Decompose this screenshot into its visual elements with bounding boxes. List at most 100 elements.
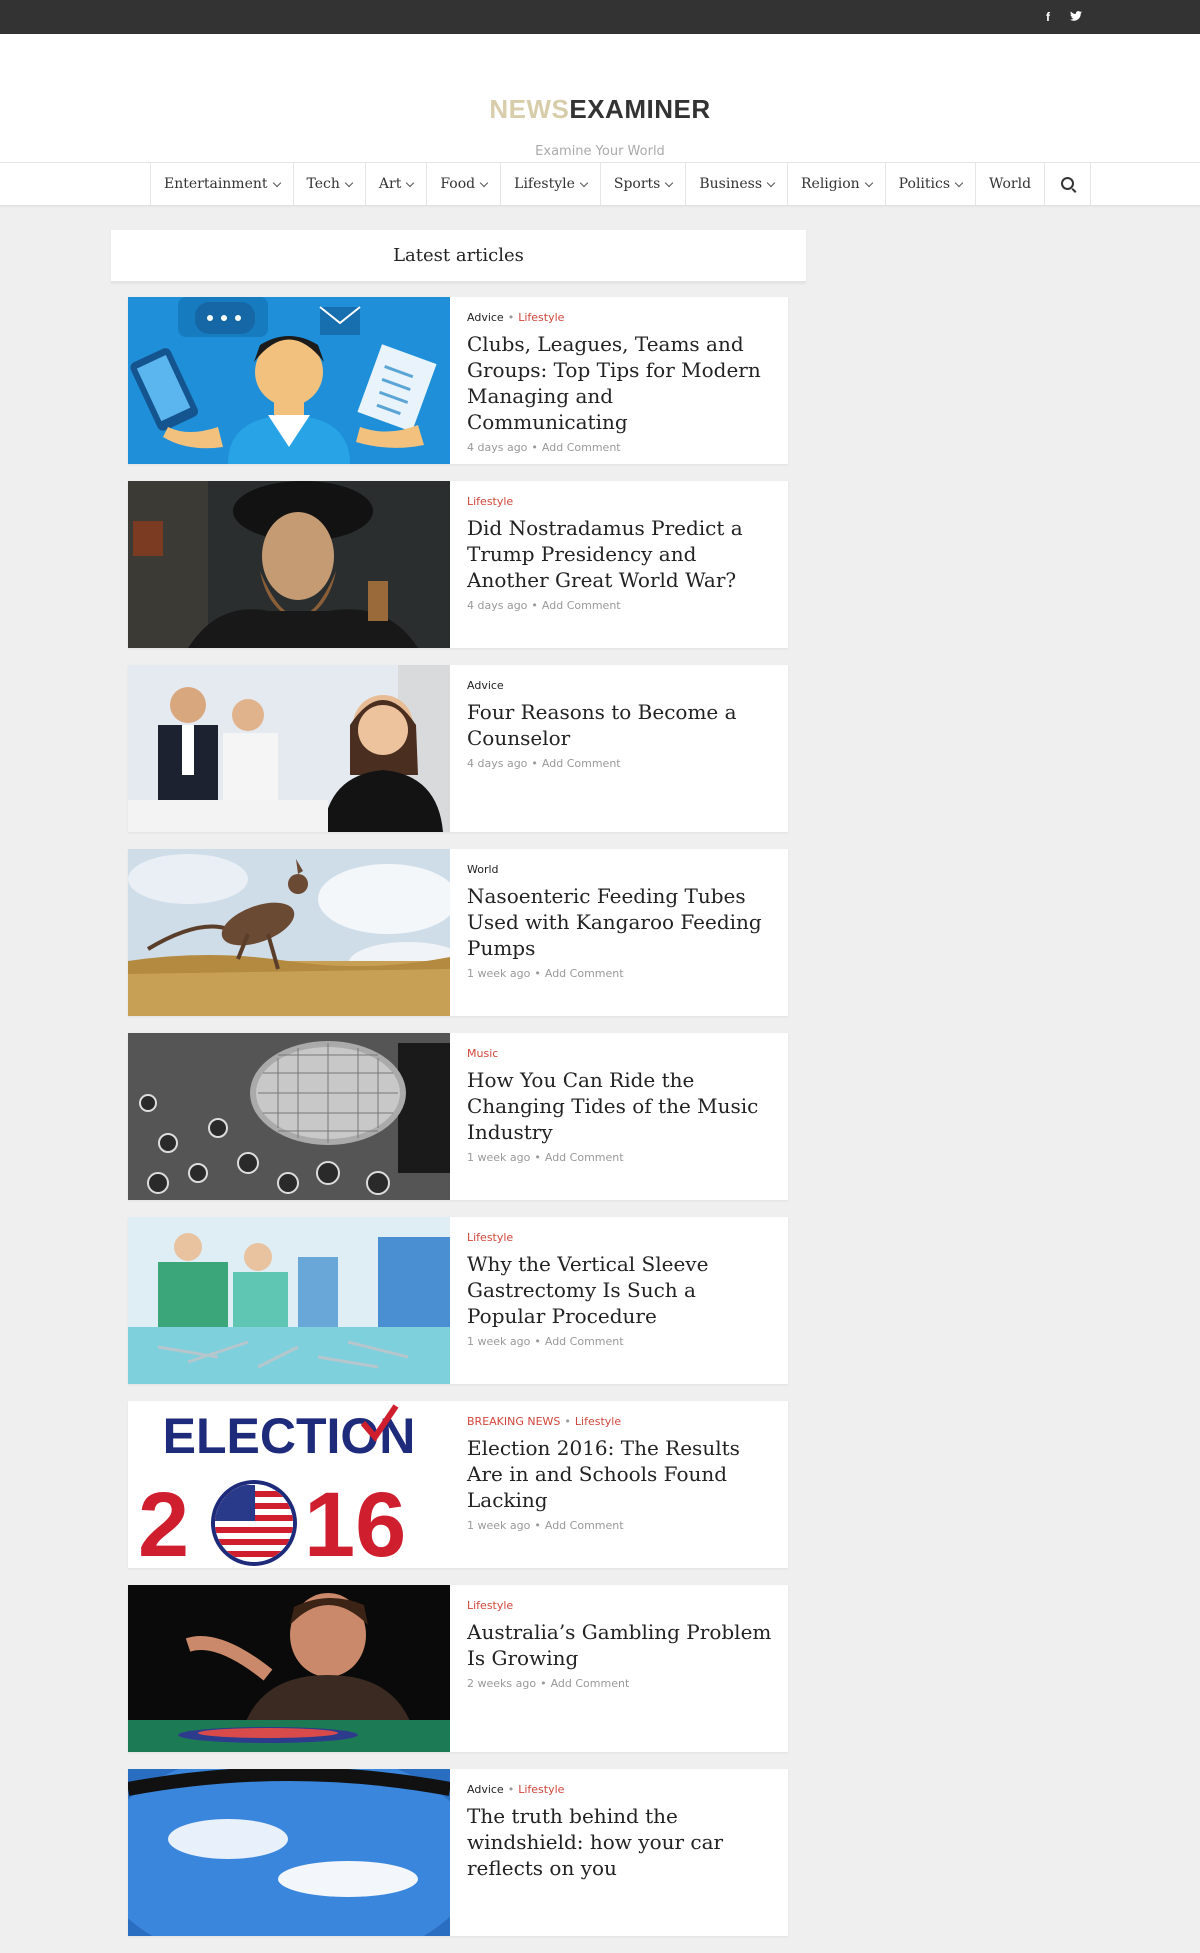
nav-item-lifestyle[interactable]: Lifestyle xyxy=(501,163,601,205)
article-card[interactable]: Advice • Lifestyle The truth behind the win… xyxy=(128,1769,788,1936)
article-thumbnail[interactable] xyxy=(128,1217,450,1384)
nav-item-art[interactable]: Art xyxy=(366,163,428,205)
nav-item-tech[interactable]: Tech xyxy=(294,163,366,205)
top-bar: f xyxy=(0,0,1200,34)
nav-item-sports[interactable]: Sports xyxy=(601,163,687,205)
category-link[interactable]: Music xyxy=(467,1047,498,1060)
article-title[interactable]: Election 2016: The Results Are in and Sc… xyxy=(467,1435,772,1513)
chevron-down-icon xyxy=(864,178,873,187)
article-meta: 4 days ago • Add Comment xyxy=(467,599,621,612)
article-categories: Advice • Lifestyle xyxy=(467,311,565,324)
chevron-down-icon xyxy=(406,178,415,187)
nav-item-entertainment[interactable]: Entertainment xyxy=(151,163,294,205)
article-card[interactable]: World Nasoenteric Feeding Tubes Used with… xyxy=(128,849,788,1016)
article-categories: World xyxy=(467,862,772,878)
article-thumbnail[interactable] xyxy=(128,1033,450,1200)
article-title[interactable]: Four Reasons to Become a Counselor xyxy=(467,699,772,751)
nav-item-label: Art xyxy=(378,176,402,192)
add-comment-link[interactable]: Add Comment xyxy=(545,1151,624,1164)
category-link[interactable]: Advice xyxy=(467,1783,504,1796)
article-card[interactable]: Lifestyle Why the Vertical Sleeve Gastrec… xyxy=(128,1217,788,1384)
category-link[interactable]: Lifestyle xyxy=(575,1415,621,1428)
category-link[interactable]: Lifestyle xyxy=(518,1783,564,1796)
chevron-down-icon xyxy=(665,178,674,187)
nav-menu: Entertainment Tech Art Food Lifestyle Sports B… xyxy=(150,163,1092,205)
article-categories: Lifestyle xyxy=(467,1230,772,1246)
article-title[interactable]: Nasoenteric Feeding Tubes Used with Kang… xyxy=(467,883,772,961)
article-age: 2 weeks ago xyxy=(467,1677,537,1690)
article-categories: Advice • Lifestyle xyxy=(467,1783,565,1796)
article-card[interactable]: Advice • Lifestyle Clubs, Leagues, Teams an… xyxy=(128,297,788,464)
chevron-down-icon xyxy=(766,178,776,187)
add-comment-link[interactable]: Add Comment xyxy=(542,441,621,454)
site-tagline: Examine Your World xyxy=(535,144,665,159)
category-link[interactable]: Advice xyxy=(467,311,504,324)
category-link[interactable]: Lifestyle xyxy=(518,311,564,324)
category-link[interactable]: BREAKING NEWS xyxy=(467,1415,560,1428)
article-thumbnail[interactable]: ELECTION 2 16 xyxy=(128,1401,450,1568)
article-thumbnail[interactable] xyxy=(128,1769,450,1936)
chevron-down-icon xyxy=(954,178,964,187)
article-title[interactable]: Clubs, Leagues, Teams and Groups: Top Ti… xyxy=(467,331,772,435)
nav-item-label: Entertainment xyxy=(164,176,268,192)
article-title[interactable]: How You Can Ride the Changing Tides of t… xyxy=(467,1067,772,1145)
article-card[interactable]: Advice Four Reasons to Become a Counselor… xyxy=(128,665,788,832)
article-title[interactable]: Did Nostradamus Predict a Trump Presiden… xyxy=(467,515,772,593)
article-categories: BREAKING NEWS • Lifestyle xyxy=(467,1415,622,1428)
add-comment-link[interactable]: Add Comment xyxy=(542,599,621,612)
add-comment-link[interactable]: Add Comment xyxy=(545,1519,624,1532)
article-thumbnail[interactable] xyxy=(128,849,450,1016)
nav-item-label: Tech xyxy=(306,176,340,192)
article-title[interactable]: Australia’s Gambling Problem Is Growing xyxy=(467,1619,772,1671)
chevron-down-icon xyxy=(579,178,589,187)
add-comment-link[interactable]: Add Comment xyxy=(551,1677,630,1690)
site-logo[interactable]: NEWSEXAMINER xyxy=(0,94,1200,125)
category-link[interactable]: Advice xyxy=(467,679,504,692)
facebook-icon[interactable]: f xyxy=(1046,10,1050,24)
article-meta: 4 days ago • Add Comment xyxy=(467,757,621,770)
category-link[interactable]: Lifestyle xyxy=(467,1231,513,1244)
chevron-down-icon xyxy=(272,178,281,187)
nav-item-world[interactable]: World xyxy=(976,163,1046,205)
article-age: 1 week ago xyxy=(467,967,531,980)
category-link[interactable]: Lifestyle xyxy=(467,1599,513,1612)
article-thumbnail[interactable] xyxy=(128,297,450,464)
article-card[interactable]: Music How You Can Ride the Changing Tides… xyxy=(128,1033,788,1200)
nav-item-label: World xyxy=(989,176,1032,192)
section-title: Latest articles xyxy=(111,230,806,283)
category-link[interactable]: World xyxy=(467,863,499,876)
article-thumbnail[interactable] xyxy=(128,481,450,648)
nav-item-food[interactable]: Food xyxy=(427,163,502,205)
nav-item-label: Politics xyxy=(898,176,951,192)
article-card[interactable]: Lifestyle Did Nostradamus Predict a Trump… xyxy=(128,481,788,648)
article-title[interactable]: The truth behind the windshield: how you… xyxy=(467,1803,772,1881)
nav-item-label: Food xyxy=(440,176,476,192)
latest-articles-section: Latest articles Advice • Lifestyle Clubs, L… xyxy=(111,230,806,1936)
article-age: 4 days ago xyxy=(467,441,528,454)
article-list: Advice • Lifestyle Clubs, Leagues, Teams an… xyxy=(128,297,788,1953)
article-meta: 1 week ago • Add Comment xyxy=(467,1335,624,1348)
search-icon xyxy=(1061,176,1075,190)
add-comment-link[interactable]: Add Comment xyxy=(542,757,621,770)
nav-search-button[interactable] xyxy=(1045,163,1092,205)
add-comment-link[interactable]: Add Comment xyxy=(545,1335,624,1348)
article-categories: Lifestyle xyxy=(467,1598,772,1614)
article-age: 1 week ago xyxy=(467,1335,531,1348)
main-navigation: Entertainment Tech Art Food Lifestyle Sports B… xyxy=(0,163,1200,206)
nav-item-politics[interactable]: Politics xyxy=(886,163,977,205)
article-card[interactable]: ELECTION 2 16 BREAKING NEWS • Lifestyle Ele… xyxy=(128,1401,788,1568)
article-card[interactable]: Lifestyle Australia’s Gambling Problem Is… xyxy=(128,1585,788,1752)
twitter-icon[interactable] xyxy=(1070,10,1082,24)
category-link[interactable]: Lifestyle xyxy=(467,495,513,508)
article-thumbnail[interactable] xyxy=(128,1585,450,1752)
nav-item-business[interactable]: Business xyxy=(686,163,788,205)
article-thumbnail[interactable] xyxy=(128,665,450,832)
article-age: 1 week ago xyxy=(467,1151,531,1164)
add-comment-link[interactable]: Add Comment xyxy=(545,967,624,980)
article-age: 1 week ago xyxy=(467,1519,531,1532)
nav-item-religion[interactable]: Religion xyxy=(788,163,886,205)
chevron-down-icon xyxy=(344,178,354,187)
social-links: f xyxy=(1046,0,1082,34)
nav-item-label: Business xyxy=(699,176,762,192)
article-title[interactable]: Why the Vertical Sleeve Gastrectomy Is S… xyxy=(467,1251,772,1329)
